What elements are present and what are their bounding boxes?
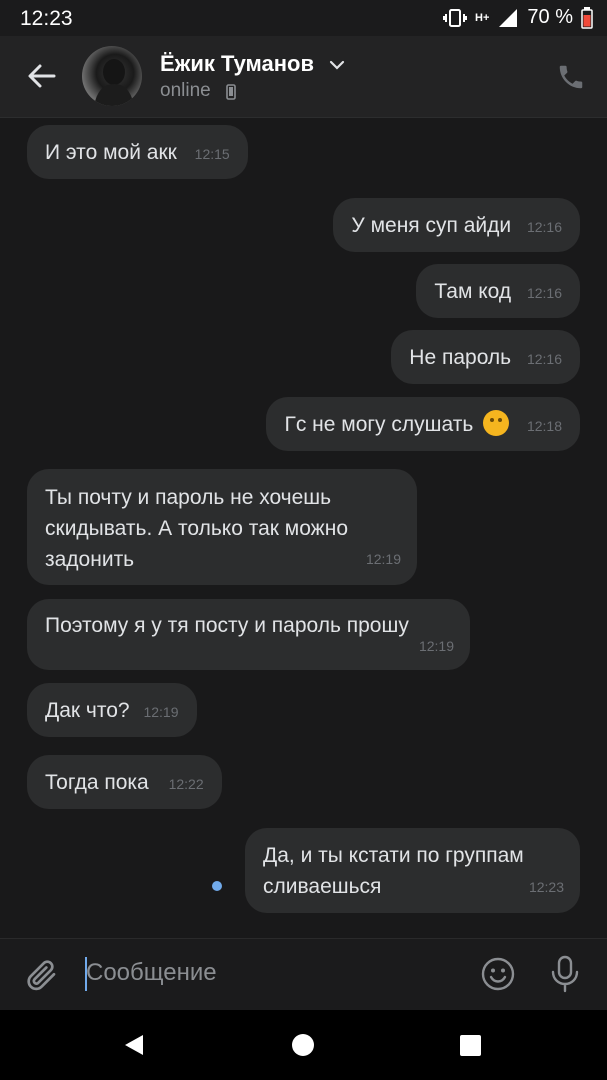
message-text: Там код (434, 280, 512, 303)
message-incoming[interactable]: Поэтому я у тя посту и пароль прошу 12:1… (27, 599, 470, 670)
contact-name[interactable]: Ёжик Туманов (160, 51, 314, 77)
battery-percent: 70 % (527, 6, 573, 28)
message-text: У меня суп айди (351, 214, 512, 237)
nav-back-icon[interactable] (122, 1033, 146, 1057)
message-time: 12:19 (143, 704, 179, 720)
message-time: 12:22 (168, 776, 204, 792)
microphone-icon[interactable] (549, 955, 581, 993)
paperclip-icon[interactable] (24, 957, 60, 993)
message-time: 12:19 (418, 638, 454, 654)
message-text-line: Да, и ты кстати по группам (263, 844, 524, 867)
network-type-icon: H+ (475, 11, 490, 24)
back-arrow-icon[interactable] (24, 58, 60, 94)
message-composer: Сообщение (0, 938, 607, 1010)
contact-status: online (160, 80, 211, 101)
message-incoming[interactable]: Тогда пока 12:22 (27, 755, 222, 809)
nav-recents-icon[interactable] (460, 1035, 481, 1056)
chevron-down-icon[interactable] (328, 58, 346, 72)
message-input[interactable]: Сообщение (86, 959, 446, 987)
message-text: Не пароль (409, 346, 512, 369)
message-time: 12:16 (526, 219, 562, 235)
message-incoming[interactable]: Ты почту и пароль не хочешь скидывать. А… (27, 469, 417, 585)
battery-icon (581, 6, 593, 29)
mobile-device-icon (226, 84, 236, 100)
message-time: 12:19 (365, 551, 401, 567)
message-text: И это мой акк (45, 141, 177, 164)
message-time: 12:18 (526, 418, 562, 434)
smiley-icon[interactable] (480, 956, 516, 992)
message-outgoing[interactable]: Не пароль 12:16 (391, 330, 580, 384)
upside-down-face-emoji-icon (483, 410, 510, 436)
message-incoming[interactable]: Дак что? 12:19 (27, 683, 197, 737)
message-text-line: скидывать. А только так можно (45, 517, 348, 540)
message-text-line: задонить (45, 548, 135, 571)
avatar[interactable] (82, 46, 142, 106)
message-incoming[interactable]: И это мой акк 12:15 (27, 125, 248, 179)
message-time: 12:15 (194, 146, 230, 162)
nav-home-icon[interactable] (292, 1034, 314, 1056)
message-text-line: Ты почту и пароль не хочешь (45, 486, 332, 509)
message-text: Поэтому я у тя посту и пароль прошу (45, 614, 409, 637)
message-time: 12:16 (526, 285, 562, 301)
message-time: 12:16 (526, 351, 562, 367)
message-text-line: сливаешься (263, 875, 382, 898)
message-outgoing[interactable]: Там код 12:16 (416, 264, 580, 318)
message-text: Тогда пока (45, 771, 149, 794)
message-text: Гс не могу слушать (284, 413, 474, 436)
message-outgoing[interactable]: Гс не могу слушать 12:18 (266, 397, 580, 451)
unread-indicator (212, 881, 222, 891)
status-time: 12:23 (20, 7, 73, 30)
message-time: 12:23 (528, 879, 564, 895)
vibrate-icon (443, 8, 468, 27)
message-outgoing[interactable]: У меня суп айди 12:16 (333, 198, 580, 252)
message-list[interactable]: И это мой акк 12:15 У меня суп айди 12:1… (0, 118, 607, 938)
signal-icon (499, 8, 518, 27)
message-text: Дак что? (45, 699, 130, 722)
system-nav-bar (0, 1010, 607, 1080)
chat-header: Ёжик Туманов online (0, 36, 607, 118)
message-outgoing[interactable]: Да, и ты кстати по группам сливаешься 12… (245, 828, 580, 913)
status-icons: H+ 70 % (443, 6, 593, 29)
phone-call-icon[interactable] (556, 62, 586, 92)
status-bar: 12:23 H+ 70 % (0, 0, 607, 36)
